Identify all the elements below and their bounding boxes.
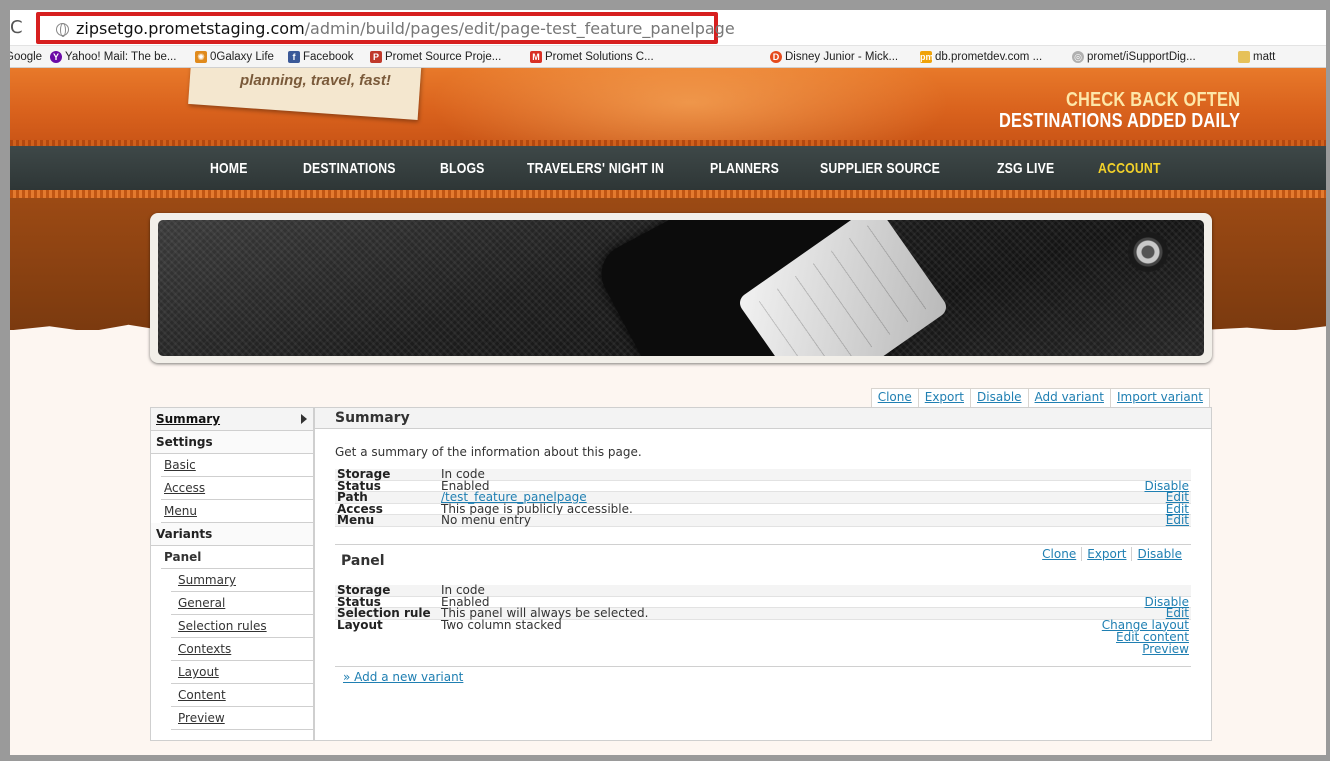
gmail-icon: M xyxy=(530,51,542,63)
sidebar-item-contexts[interactable]: Contexts xyxy=(171,638,313,661)
yahoo-icon: Y xyxy=(50,51,62,63)
folder-icon xyxy=(1238,51,1250,63)
nav-travelers-night-in[interactable]: TRAVELERS' NIGHT IN xyxy=(527,160,664,177)
bookmark-promet-solutions[interactable]: M Promet Solutions C... xyxy=(530,50,654,64)
url-highlight-box[interactable]: zipsetgo.prometstaging.com/admin/build/p… xyxy=(36,12,735,44)
summary-description: Get a summary of the information about t… xyxy=(335,445,642,459)
browser-window: C zipsetgo.prometstaging.com/admin/build… xyxy=(10,10,1326,755)
globe-icon: ◎ xyxy=(1072,51,1084,63)
table-row: Menu No menu entry Edit xyxy=(335,513,1191,527)
hero-image xyxy=(158,220,1204,356)
variant-export-link[interactable]: Export xyxy=(1081,547,1131,561)
sidebar-item-content[interactable]: Content xyxy=(171,684,313,707)
variant-links: Clone Export Disable xyxy=(1037,547,1187,561)
sidebar-heading-panel: Panel xyxy=(161,546,313,569)
globe-icon xyxy=(56,23,69,37)
variant-disable-link[interactable]: Disable xyxy=(1131,547,1187,561)
address-bar-row: C zipsetgo.prometstaging.com/admin/build… xyxy=(10,10,1326,46)
sidebar-item-panel-summary[interactable]: Summary xyxy=(171,569,313,592)
bookmarks-bar: Google YYahoo! Mail: The be... ✺0Galaxy … xyxy=(10,46,1326,68)
page-info-table: Storage In code Status Enabled Disable Path… xyxy=(335,468,1191,527)
nav-planners[interactable]: PLANNERS xyxy=(710,160,779,177)
variant-clone-link[interactable]: Clone xyxy=(1037,547,1081,561)
sidebar-item-summary[interactable]: Summary xyxy=(151,408,313,431)
site-header: planning, travel, fast! CHECK BACK OFTEN… xyxy=(10,68,1326,146)
bookmark-galaxy[interactable]: ✺ 0Galaxy Life xyxy=(195,50,274,64)
tab-import-variant[interactable]: Import variant xyxy=(1110,388,1210,407)
bookmark-facebook[interactable]: f Facebook xyxy=(288,50,354,64)
sidebar-item-selection-rules[interactable]: Selection rules xyxy=(171,615,313,638)
variant-header: Panel Clone Export Disable xyxy=(335,544,1191,572)
site-tagline: planning, travel, fast! xyxy=(240,72,391,89)
summary-panel: Summary Get a summary of the information… xyxy=(314,407,1212,741)
nav-zsg-live[interactable]: ZSG LIVE xyxy=(997,160,1054,177)
nav-blogs[interactable]: BLOGS xyxy=(440,160,485,177)
sidebar-heading-settings: Settings xyxy=(151,431,313,454)
cta-line-1: CHECK BACK OFTEN xyxy=(1065,89,1240,111)
url-path: /admin/build/pages/edit/page-test_featur… xyxy=(304,19,735,38)
header-cta: CHECK BACK OFTEN DESTINATIONS ADDED DAIL… xyxy=(946,90,1240,132)
cta-line-2: DESTINATIONS ADDED DAILY xyxy=(998,110,1240,132)
operations-sidebar: Summary Settings Basic Access Menu Varia… xyxy=(150,407,314,741)
nav-destinations[interactable]: DESTINATIONS xyxy=(303,160,396,177)
tab-export[interactable]: Export xyxy=(918,388,972,407)
sidebar-item-preview[interactable]: Preview xyxy=(171,707,313,730)
page-tabs: Clone Export Disable Add variant Import … xyxy=(870,388,1210,407)
sidebar-item-layout[interactable]: Layout xyxy=(171,661,313,684)
bookmark-yahoo[interactable]: Y Yahoo! Mail: The be... xyxy=(50,50,176,64)
bookmark-google[interactable]: Google xyxy=(10,50,42,64)
page-title: Summary xyxy=(315,408,1211,429)
bookmark-isupport[interactable]: ◎ promet/iSupportDig... xyxy=(1072,50,1196,64)
bookmark-disney[interactable]: D Disney Junior - Mick... xyxy=(770,50,898,64)
preview-link[interactable]: Preview xyxy=(1102,643,1189,656)
sidebar-item-access[interactable]: Access xyxy=(161,477,313,500)
sidebar-item-general[interactable]: General xyxy=(171,592,313,615)
facebook-icon: f xyxy=(288,51,300,63)
tab-disable[interactable]: Disable xyxy=(971,388,1029,407)
variant-info-table: Storage In code Status Enabled Disable Sele… xyxy=(335,584,1191,656)
url-host: zipsetgo.prometstaging.com xyxy=(76,19,305,38)
sidebar-heading-variants: Variants xyxy=(151,523,313,546)
nav-home[interactable]: HOME xyxy=(210,160,248,177)
bookmark-promet-source[interactable]: P Promet Source Proje... xyxy=(370,50,501,64)
nav-account[interactable]: ACCOUNT xyxy=(1098,160,1161,177)
sidebar-item-menu[interactable]: Menu xyxy=(161,500,313,523)
layout-actions: Change layout Edit content Preview xyxy=(1102,619,1189,656)
galaxy-icon: ✺ xyxy=(195,51,207,63)
main-nav: HOME DESTINATIONS BLOGS TRAVELERS' NIGHT… xyxy=(10,146,1326,190)
reload-icon[interactable]: C xyxy=(10,19,23,37)
table-row: Layout Two column stacked Change layout E… xyxy=(335,617,1191,656)
edit-menu-link[interactable]: Edit xyxy=(1166,514,1189,526)
tab-add-variant[interactable]: Add variant xyxy=(1028,388,1111,407)
arrow-right-icon xyxy=(301,414,307,424)
bookmark-db-promet[interactable]: pm db.prometdev.com ... xyxy=(920,50,1042,64)
nav-supplier-source[interactable]: SUPPLIER SOURCE xyxy=(820,160,940,177)
phpmyadmin-icon: pm xyxy=(920,51,934,63)
bookmark-matt[interactable]: matt xyxy=(1238,50,1275,64)
tab-clone[interactable]: Clone xyxy=(870,388,919,407)
disney-icon: D xyxy=(770,51,782,63)
promet-icon: P xyxy=(370,51,382,63)
add-variant-link[interactable]: » Add a new variant xyxy=(335,666,1191,684)
sidebar-item-basic[interactable]: Basic xyxy=(161,454,313,477)
url-field[interactable]: zipsetgo.prometstaging.com/admin/build/p… xyxy=(76,20,735,38)
variant-title: Panel xyxy=(341,553,385,569)
